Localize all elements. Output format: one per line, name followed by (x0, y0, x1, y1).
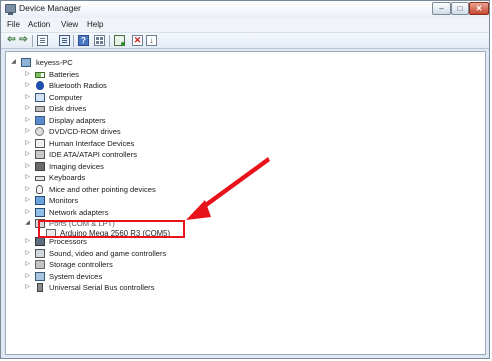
highlight-box (38, 220, 185, 238)
mouse-icon (36, 184, 43, 194)
tree-item-label: Imaging devices (49, 161, 104, 171)
device-manager-window: Device Manager – □ ✕ File Action View He… (0, 0, 490, 359)
network-adapter-icon (35, 207, 45, 217)
minimize-button[interactable]: – (432, 2, 451, 15)
tree-item-label: Universal Serial Bus controllers (49, 283, 155, 292)
menu-view[interactable]: View (61, 20, 78, 29)
device-tree: ◢ keyess-PC ▷ Batteries ▷ Bluetooth Radi… (5, 51, 486, 355)
menu-action[interactable]: Action (28, 20, 50, 29)
expand-icon[interactable]: ▷ (24, 207, 31, 218)
computer-icon (35, 92, 45, 102)
help-icon[interactable]: ? (78, 35, 89, 46)
bluetooth-icon (36, 81, 44, 90)
forward-icon[interactable]: ⇨ (18, 35, 29, 46)
expand-icon[interactable]: ▷ (24, 259, 31, 270)
window-title: Device Manager (19, 3, 81, 13)
title-bar: Device Manager – □ ✕ (1, 1, 489, 18)
expand-icon[interactable]: ▷ (24, 103, 31, 114)
tree-item-label: Sound, video and game controllers (49, 248, 167, 258)
toolbar: ⇦ ⇨ ? ✕ ↓ (1, 33, 489, 49)
tree-item-label: Human Interface Devices (49, 138, 135, 148)
expand-icon[interactable]: ▷ (24, 195, 31, 206)
grid-icon[interactable] (94, 35, 105, 46)
tree-item-label: DVD/CD-ROM drives (49, 127, 121, 136)
tree-item-label: Storage controllers (49, 260, 113, 269)
expand-icon[interactable]: ▷ (24, 149, 31, 160)
expand-icon[interactable]: ▷ (24, 172, 31, 183)
imaging-device-icon (35, 161, 45, 171)
expand-icon[interactable]: ▷ (24, 138, 31, 149)
tree-item-label: Batteries (49, 69, 79, 79)
expand-icon[interactable]: ▷ (24, 248, 31, 259)
menu-bar: File Action View Help (1, 18, 489, 33)
tree-item-label: Mice and other pointing devices (49, 184, 156, 194)
properties-icon[interactable] (59, 35, 70, 46)
computer-icon (21, 58, 31, 67)
tree-root-label: keyess-PC (36, 58, 73, 67)
sound-icon (35, 248, 45, 258)
toolbar-separator (73, 35, 74, 47)
storage-controller-icon (35, 260, 45, 269)
collapse-icon[interactable]: ◢ (24, 218, 31, 229)
device-manager-icon (5, 4, 16, 15)
maximize-button[interactable]: □ (451, 2, 469, 15)
expand-icon[interactable]: ▷ (24, 271, 31, 282)
toolbar-separator (109, 35, 110, 47)
display-adapter-icon (35, 115, 45, 125)
expand-icon[interactable]: ▷ (24, 236, 31, 247)
expand-icon[interactable]: ▷ (24, 92, 31, 103)
disk-drive-icon (35, 106, 45, 112)
uninstall-icon[interactable]: ✕ (132, 35, 143, 46)
expand-icon[interactable]: ▷ (24, 115, 31, 126)
usb-controller-icon (37, 283, 43, 292)
dvd-drive-icon (35, 127, 44, 136)
menu-file[interactable]: File (7, 20, 20, 29)
expand-icon[interactable]: ▷ (24, 126, 31, 137)
tree-item-label: System devices (49, 271, 103, 281)
ide-controller-icon (35, 150, 45, 159)
processor-icon (35, 237, 45, 246)
expand-icon[interactable]: ▷ (24, 282, 31, 293)
expand-icon[interactable]: ▷ (24, 161, 31, 172)
back-icon[interactable]: ⇦ (6, 35, 17, 46)
tree-item-label: Keyboards (49, 173, 86, 182)
system-device-icon (35, 271, 45, 281)
update-driver-icon[interactable] (114, 35, 125, 46)
tree-item-label: Network adapters (49, 207, 109, 217)
tree-item-label: Display adapters (49, 115, 106, 125)
tree-item-label: Disk drives (49, 104, 87, 113)
hid-icon (35, 138, 45, 148)
view-icon[interactable] (37, 35, 48, 46)
close-button[interactable]: ✕ (469, 2, 489, 15)
disable-icon[interactable]: ↓ (146, 35, 157, 46)
tree-item-label: IDE ATA/ATAPI controllers (49, 150, 138, 159)
expand-icon[interactable]: ▷ (24, 80, 31, 91)
battery-icon (35, 71, 45, 78)
keyboard-icon (35, 176, 45, 181)
tree-item-label: Monitors (49, 196, 79, 205)
expand-icon[interactable]: ▷ (24, 69, 31, 80)
expand-icon[interactable]: ▷ (24, 184, 31, 195)
toolbar-separator (32, 35, 33, 47)
menu-help[interactable]: Help (87, 20, 103, 29)
tree-item-label: Computer (49, 92, 83, 102)
monitor-icon (35, 196, 45, 205)
tree-item-label: Bluetooth Radios (49, 81, 107, 90)
collapse-icon[interactable]: ◢ (10, 57, 17, 68)
